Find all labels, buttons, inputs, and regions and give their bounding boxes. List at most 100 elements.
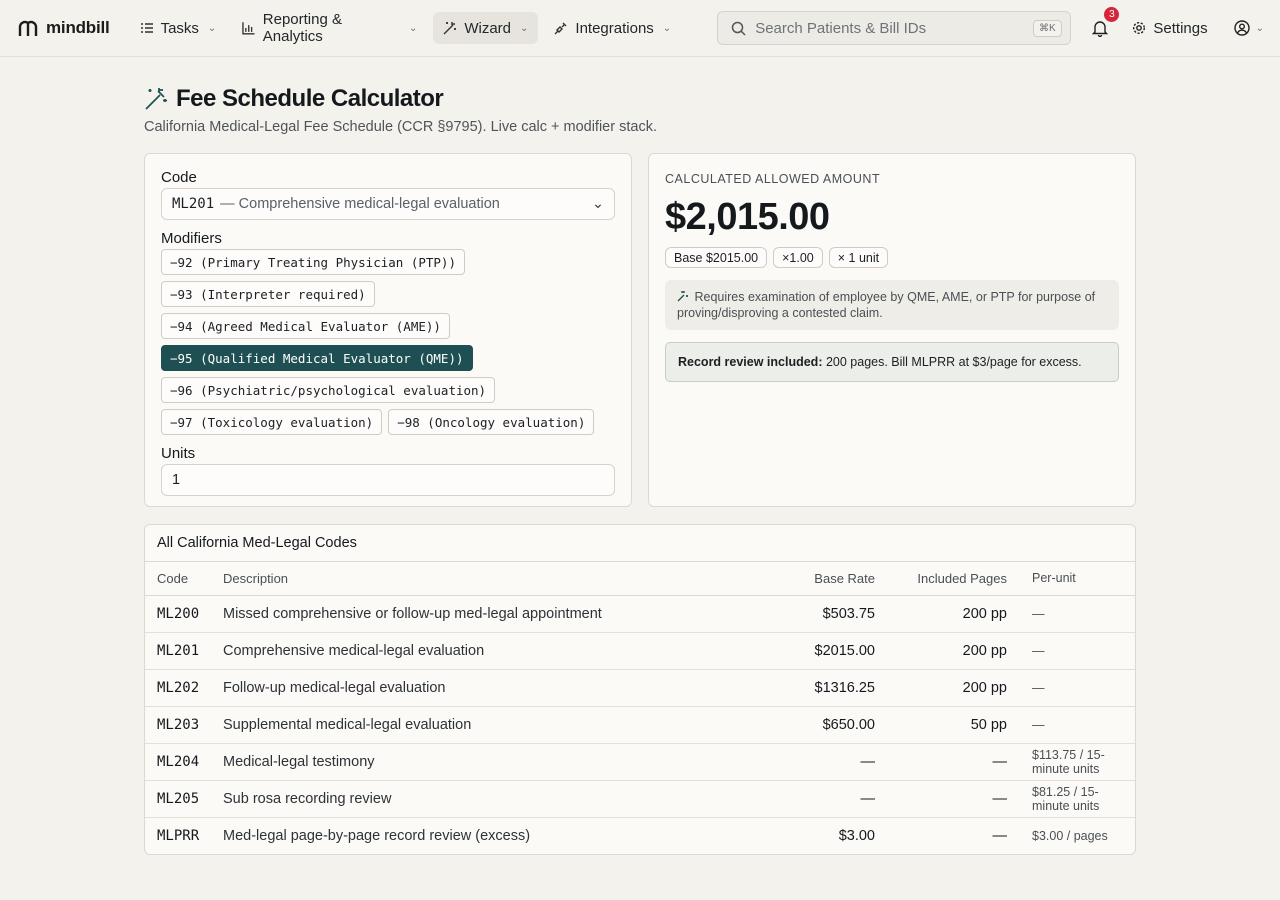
calculator-card: Code ML201 — Comprehensive medical-legal… [144,153,632,507]
nav-tasks-label: Tasks [160,19,199,37]
brand-logo[interactable]: mindbill [18,18,110,38]
table-row[interactable]: ML201 Comprehensive medical-legal evalua… [145,632,1135,670]
cell-included-pages: — [875,743,1007,781]
cell-included-pages: 200 pp [875,595,1007,633]
calc-breakdown: Base $2015.00 ×1.00 × 1 unit [665,247,1119,268]
units-input[interactable] [161,464,615,496]
cell-base-rate: — [693,743,875,781]
cell-description: Med-legal page-by-page record review (ex… [223,827,531,844]
table-row[interactable]: ML203 Supplemental medical-legal evaluat… [145,706,1135,744]
search-box[interactable]: ⌘K [717,11,1071,45]
calculated-amount: $2,015.00 [665,196,830,238]
nav-reporting-label: Reporting & Analytics [262,11,342,45]
table-row[interactable]: ML205 Sub rosa recording review — — $81.… [145,780,1135,818]
modifier-93-chip[interactable]: −93 (Interpreter required) [161,281,375,307]
plug-icon [554,22,567,35]
code-description: — Comprehensive medical-legal evaluation [220,196,500,212]
nav-wizard-label: Wizard [464,19,512,37]
amount-label: CALCULATED ALLOWED AMOUNT [665,172,881,186]
cell-per-unit: — [1007,669,1135,707]
table-row[interactable]: ML200 Missed comprehensive or follow-up … [145,595,1135,633]
nav-integrations-label: Integrations [575,19,654,37]
cell-code: ML202 [145,669,223,707]
modifiers-label: Modifiers [161,230,222,247]
cell-code: MLPRR [157,827,200,844]
col-code: Code [145,562,223,596]
user-menu[interactable]: ⌄ [1233,20,1264,36]
cell-per-unit: — [1007,706,1135,744]
cell-base-rate: $3.00 [838,827,875,844]
cell-base-rate: $503.75 [693,595,875,633]
code-select[interactable]: ML201 — Comprehensive medical-legal eval… [161,188,615,220]
col-per-unit: Per-unit [1007,562,1135,596]
chevron-down-icon: ⌄ [662,22,672,34]
record-review-heading: Record review included: [678,355,823,369]
sparkle-icon [677,291,688,302]
modifier-92-chip[interactable]: −92 (Primary Treating Physician (PTP)) [161,249,465,275]
chevron-down-icon: ⌄ [207,22,217,34]
table-row[interactable]: ML202 Follow-up medical-legal evaluation… [145,669,1135,707]
record-review-text: 200 pages. Bill MLPRR at $3/page for exc… [822,355,1082,369]
page-subtitle: California Medical-Legal Fee Schedule (C… [144,119,657,135]
base-pill: Base $2015.00 [665,247,768,268]
col-included-pages: Included Pages [875,562,1007,596]
nav-tasks[interactable]: Tasks ⌄ [130,12,227,44]
col-base-rate: Base Rate [693,562,875,596]
cell-base-rate: $1316.25 [693,669,875,707]
modifier-95-chip[interactable]: −95 (Qualified Medical Evaluator (QME)) [161,345,473,371]
chevron-down-icon: ⌄ [408,22,418,34]
notification-count-badge: 3 [1104,7,1120,22]
modifier-list: −92 (Primary Treating Physician (PTP)) −… [161,249,601,435]
cell-included-pages: 200 pp [875,632,1007,670]
user-avatar-icon [1233,20,1250,36]
calculator-section: Code ML201 — Comprehensive medical-legal… [144,153,1136,507]
cell-description: Sub rosa recording review [223,780,693,818]
logo-icon [18,20,38,36]
cell-code: ML204 [145,743,223,781]
nav-wizard[interactable]: Wizard ⌄ [433,12,539,44]
modifier-94-chip[interactable]: −94 (Agreed Medical Evaluator (AME)) [161,313,450,339]
codes-table: Code Description Base Rate Included Page… [145,562,1135,854]
modifier-97-chip[interactable]: −97 (Toxicology evaluation) [161,409,383,435]
cell-included-pages: — [992,827,1008,844]
magic-wand-icon [145,88,167,110]
search-icon [731,21,746,36]
main-content: Fee Schedule Calculator California Medic… [144,57,1136,855]
table-title: All California Med-Legal Codes [145,525,1135,562]
cell-base-rate: — [693,780,875,818]
notifications-button[interactable]: 3 [1089,7,1120,39]
page-title: Fee Schedule Calculator [176,85,444,112]
chevron-down-icon: ⌄ [591,196,604,212]
table-row[interactable]: ML204 Medical-legal testimony — — $113.7… [145,743,1135,781]
modifier-98-chip[interactable]: −98 (Oncology evaluation) [388,409,595,435]
cell-code: ML201 [145,632,223,670]
cell-included-pages: — [875,780,1007,818]
cell-code: ML200 [145,595,223,633]
cell-description: Follow-up medical-legal evaluation [223,669,693,707]
cell-code: ML203 [145,706,223,744]
table-row[interactable]: MLPRR Med-legal page-by-page record revi… [145,817,1135,854]
settings-button[interactable]: Settings [1132,20,1208,37]
modifier-96-chip[interactable]: −96 (Psychiatric/psychological evaluatio… [161,377,496,403]
search-input[interactable] [755,19,1024,37]
cell-per-unit: — [1007,595,1135,633]
cell-base-rate: $2015.00 [693,632,875,670]
code-value: ML201 [172,196,215,212]
cell-code: ML205 [145,780,223,818]
codes-table-card: All California Med-Legal Codes Code Desc… [144,524,1136,855]
units-pill: × 1 unit [828,247,889,268]
shortcut-hint: ⌘K [1032,19,1062,37]
nav-reporting[interactable]: Reporting & Analytics ⌄ [232,11,427,45]
result-card: CALCULATED ALLOWED AMOUNT $2,015.00 Base… [648,153,1136,507]
bell-icon [1091,20,1108,37]
cell-per-unit: $81.25 / 15-minute units [1007,780,1135,818]
gear-icon [1133,21,1146,35]
multiplier-pill: ×1.00 [773,247,823,268]
modifier-note-text: Requires examination of employee by QME,… [677,290,1096,320]
cell-included-pages: 50 pp [875,706,1007,744]
cell-description: Comprehensive medical-legal evaluation [223,632,693,670]
nav-integrations[interactable]: Integrations ⌄ [544,12,681,44]
brand-name: mindbill [46,18,110,37]
units-label: Units [161,445,196,462]
chevron-down-icon: ⌄ [1255,22,1264,34]
